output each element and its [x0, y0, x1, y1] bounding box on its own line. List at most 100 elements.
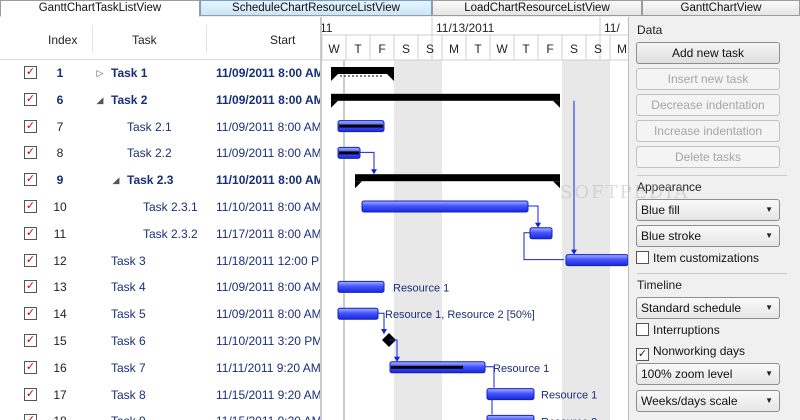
- table-row[interactable]: ✓ 10 Task 2.3.1 11/10/2011 8:00 AM: [0, 194, 320, 221]
- add-new-task-button[interactable]: Add new task: [636, 42, 780, 64]
- scale-value: Weeks/days scale: [641, 394, 738, 408]
- cell-index: 1: [56, 66, 64, 80]
- zoom-level-select[interactable]: 100% zoom level ▼: [636, 363, 780, 385]
- column-header-index[interactable]: Index: [48, 17, 77, 60]
- grid-header: Index Task Start: [0, 17, 320, 60]
- cell-index: 8: [56, 146, 64, 161]
- day-label: S: [426, 42, 434, 56]
- column-separator[interactable]: [206, 25, 207, 53]
- checkbox-box[interactable]: [636, 251, 649, 264]
- cell-start: 11/17/2011 8:00 AM: [216, 226, 320, 241]
- task-bar: [486, 414, 535, 420]
- table-row[interactable]: ✓ 17 Task 8 11/15/2011 9:20 AM: [0, 382, 320, 409]
- cell-start: 11/10/2011 3:20 PM: [216, 334, 320, 348]
- cell-task-name: Task 2.2: [127, 146, 172, 161]
- table-row[interactable]: ✓ 14 Task 5 11/09/2011 8:00 AM: [0, 301, 320, 328]
- cell-index: 13: [53, 280, 67, 295]
- day-label: S: [594, 42, 602, 56]
- resource-label: Resource 2: [541, 416, 597, 420]
- day-label: F: [378, 42, 385, 56]
- watermark: SOFTPEDIA: [560, 182, 690, 203]
- summary-bar-end: [387, 74, 394, 81]
- day-label: S: [570, 42, 578, 56]
- task-bar: [337, 280, 385, 293]
- chevron-down-icon: ▼: [765, 231, 773, 240]
- table-row[interactable]: ✓ 1 ▷ Task 1 11/09/2011 8:00 AM: [0, 60, 320, 87]
- section-divider: [637, 273, 787, 274]
- cell-start: 11/11/2011 9:20 AM: [216, 360, 320, 375]
- summary-bar-end: [331, 74, 338, 81]
- nonworking-days-checkbox[interactable]: ✓ Nonworking days: [636, 343, 746, 361]
- tab-load-chart-resource-list-view[interactable]: LoadChartResourceListView: [432, 0, 642, 16]
- table-row[interactable]: ✓ 12 Task 3 11/18/2011 12:00 PM: [0, 248, 320, 275]
- nonworking-days-label: Nonworking days: [653, 344, 746, 358]
- chevron-down-icon: ▼: [765, 369, 773, 378]
- cell-index: 6: [56, 92, 64, 107]
- table-row[interactable]: ✓ 16 Task 7 11/11/2011 9:20 AM: [0, 355, 320, 382]
- task-bar: [486, 388, 535, 401]
- scale-select[interactable]: Weeks/days scale ▼: [636, 390, 780, 412]
- summary-bar-end: [553, 181, 560, 189]
- cell-task-name: Task 6: [111, 334, 146, 348]
- cell-start: 11/10/2011 8:00 AM: [216, 173, 320, 188]
- summary-bar-end: [331, 100, 338, 108]
- stroke-style-select[interactable]: Blue stroke ▼: [636, 225, 780, 247]
- table-row[interactable]: ✓ 9 ◢ Task 2.3 11/10/2011 8:00 AM: [0, 167, 320, 194]
- day-label: W: [328, 42, 340, 56]
- cell-task-name: Task 2.1: [127, 119, 172, 134]
- table-row[interactable]: ✓ 6 ◢ Task 2 11/09/2011 8:00 AM: [0, 87, 320, 114]
- cell-index: 11: [53, 226, 67, 241]
- week-label: 11: [322, 21, 333, 35]
- cell-index: 10: [53, 200, 67, 214]
- cell-index: 16: [53, 360, 67, 375]
- column-header-start[interactable]: Start: [270, 17, 295, 60]
- table-row[interactable]: ✓ 7 Task 2.1 11/09/2011 8:00 AM: [0, 114, 320, 141]
- delete-tasks-button[interactable]: Delete tasks: [636, 146, 780, 168]
- collapse-icon[interactable]: ◢: [95, 87, 105, 114]
- column-header-task[interactable]: Task: [132, 17, 157, 60]
- cell-task-name: Task 9: [111, 408, 146, 420]
- checkbox-box[interactable]: [636, 323, 649, 336]
- resource-label: Resource 1: [493, 363, 549, 375]
- timeline-section-title: Timeline: [637, 278, 682, 292]
- table-row[interactable]: ✓ 15 Task 6 11/10/2011 3:20 PM: [0, 328, 320, 355]
- cell-start: 11/15/2011 9:20 AM: [216, 408, 320, 420]
- insert-new-task-button[interactable]: Insert new task: [636, 68, 780, 90]
- day-label: M: [617, 42, 627, 56]
- gantt-chart-area: 11 11/13/2011 11/W T F S S M T W T F S S M Resource 1 Re…: [322, 17, 628, 420]
- cell-index: 9: [56, 173, 64, 188]
- increase-indentation-button[interactable]: Increase indentation: [636, 120, 780, 142]
- checkbox-checked-box[interactable]: ✓: [636, 348, 649, 361]
- options-panel: Data Add new task Insert new task Decrea…: [628, 17, 800, 420]
- cell-start: 11/10/2011 8:00 AM: [216, 200, 320, 214]
- table-row[interactable]: ✓18Task 911/15/2011 9:20 AM: [0, 408, 320, 420]
- item-customizations-checkbox[interactable]: Item customizations: [636, 250, 759, 266]
- cell-start: 11/09/2011 8:00 AM: [216, 280, 320, 295]
- schedule-select[interactable]: Standard schedule ▼: [636, 297, 780, 319]
- tab-schedule-chart-resource-list-view[interactable]: ScheduleChartResourceListView: [200, 0, 432, 16]
- decrease-indentation-button[interactable]: Decrease indentation: [636, 94, 780, 116]
- expand-icon[interactable]: ▷: [95, 60, 105, 87]
- tab-gantt-chart-task-list-view[interactable]: GanttChartTaskListView: [0, 0, 200, 17]
- cell-task-name: Task 8: [111, 387, 146, 402]
- resource-label: Resource 1, Resource 2 [50%]: [385, 309, 535, 321]
- cell-start: 11/09/2011 8:00 AM: [216, 146, 320, 161]
- collapse-icon[interactable]: ◢: [111, 167, 121, 194]
- table-row[interactable]: ✓ 8 Task 2.2 11/09/2011 8:00 AM: [0, 140, 320, 167]
- table-row[interactable]: ✓ 13 Task 4 11/09/2011 8:00 AM: [0, 274, 320, 301]
- day-label: T: [522, 42, 530, 56]
- chevron-down-icon: ▼: [765, 205, 773, 214]
- task-grid: Index Task Start ✓ 1 ▷ Task 1 11/09/2011 8:0…: [0, 17, 320, 420]
- column-separator[interactable]: [92, 25, 93, 53]
- weekend-band: [586, 60, 610, 420]
- task-bar: [361, 200, 529, 213]
- tab-gantt-chart-view[interactable]: GanttChartView: [642, 0, 800, 16]
- task-bar: [565, 254, 628, 267]
- interruptions-label: Interruptions: [653, 323, 720, 337]
- week-label: 11/13/2011: [436, 21, 495, 35]
- interruptions-checkbox[interactable]: Interruptions: [636, 322, 720, 338]
- table-row[interactable]: ✓ 11 Task 2.3.2 11/17/2011 8:00 AM: [0, 221, 320, 248]
- zoom-level-value: 100% zoom level: [641, 367, 733, 381]
- day-label: F: [546, 42, 553, 56]
- dependency-arrow: [535, 222, 541, 228]
